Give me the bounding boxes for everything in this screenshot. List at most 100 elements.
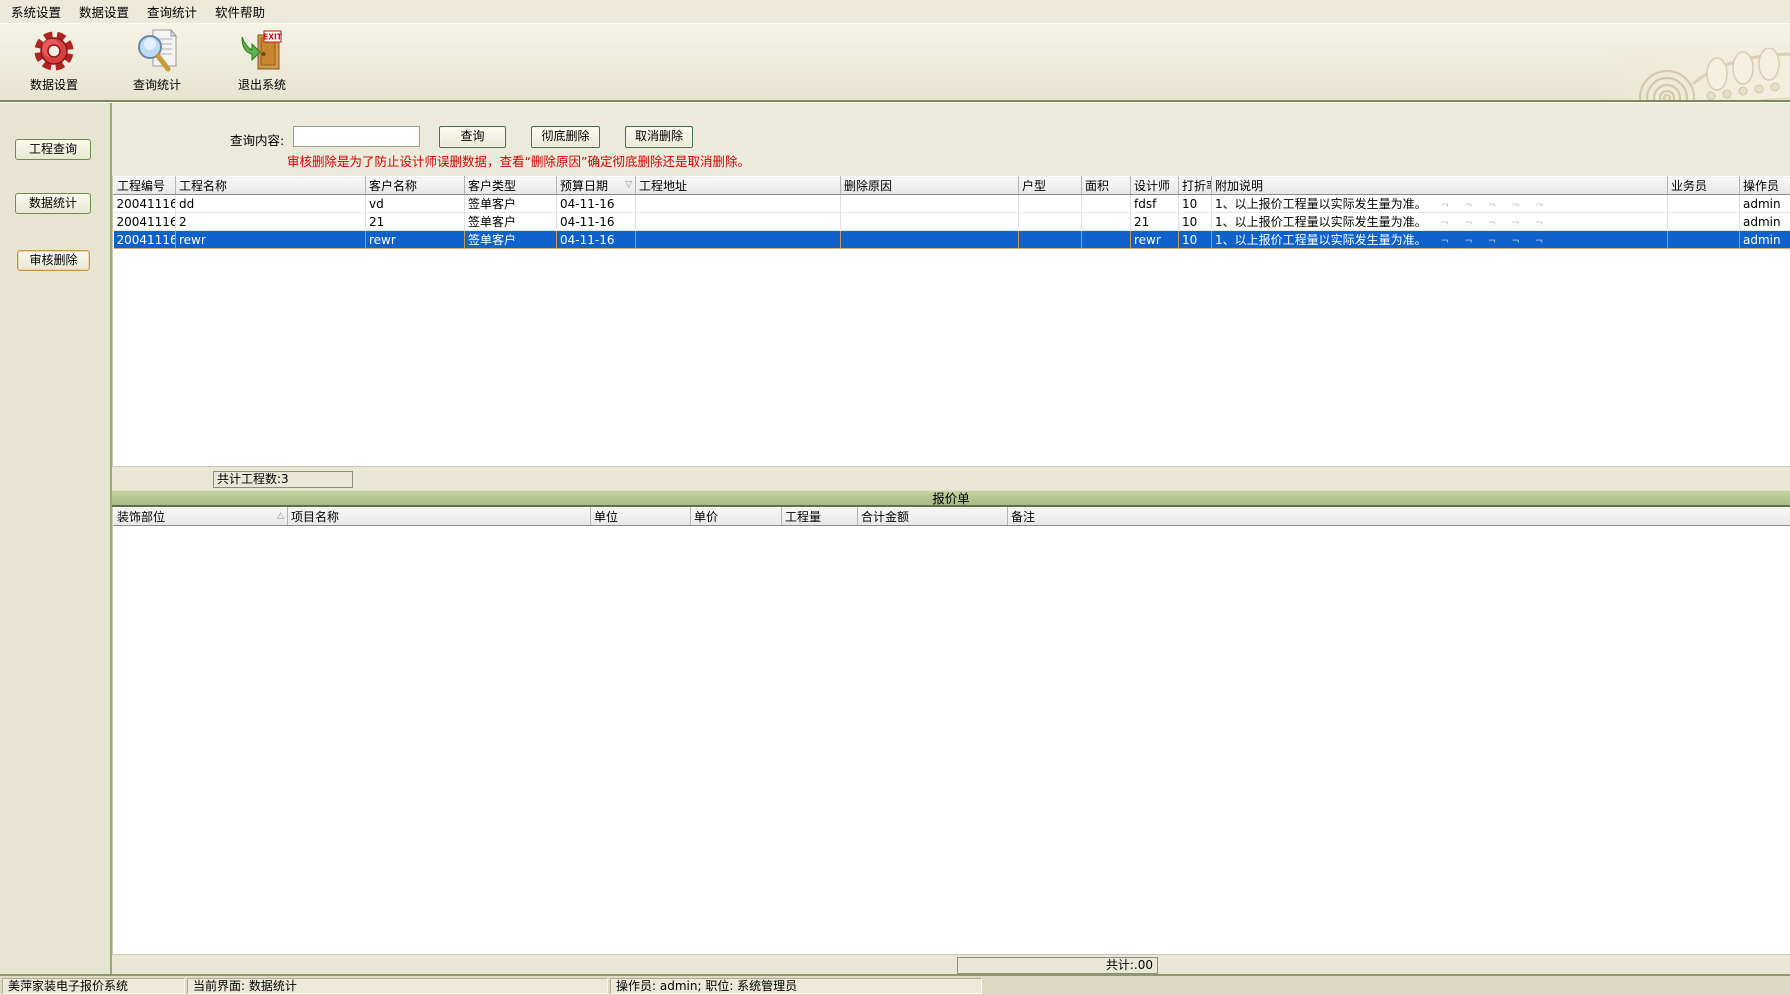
cell: fdsf (1131, 195, 1179, 213)
column-header-6[interactable]: 删除原因 (841, 177, 1019, 195)
cell: 2 (176, 213, 366, 231)
column-header-3[interactable]: 单价 (691, 508, 782, 526)
cell: 签单客户 (465, 231, 557, 249)
cell (841, 213, 1019, 231)
column-header-9[interactable]: 设计师 (1131, 177, 1179, 195)
cell (1082, 195, 1131, 213)
cell: dd (176, 195, 366, 213)
column-header-11[interactable]: 附加说明 (1212, 177, 1668, 195)
cell: 签单客户 (465, 213, 557, 231)
sort-indicator-icon: △ (277, 511, 284, 521)
search-document-icon (113, 27, 201, 75)
gear-icon (10, 27, 98, 75)
app-window: 系统设置数据设置查询统计软件帮助 数据设置 (0, 0, 1790, 995)
column-header-4[interactable]: 工程量 (782, 508, 858, 526)
exit-door-icon: EXIT (218, 27, 306, 75)
cell: 20041116002 (114, 213, 176, 231)
column-header-2[interactable]: 单位 (591, 508, 691, 526)
cell: 1、以上报价工程量以实际发生量为准。 (1212, 231, 1668, 249)
cell (1019, 231, 1082, 249)
cell: admin (1740, 195, 1790, 213)
column-header-7[interactable]: 户型 (1019, 177, 1082, 195)
column-header-2[interactable]: 客户名称 (366, 177, 465, 195)
cell: rewr (176, 231, 366, 249)
column-header-13[interactable]: 操作员 (1740, 177, 1790, 195)
column-header-0[interactable]: 工程编号 (114, 177, 176, 195)
column-header-3[interactable]: 客户类型 (465, 177, 557, 195)
toolbar-button-label: 查询统计 (113, 76, 201, 93)
cell (636, 213, 841, 231)
query-button[interactable]: 查询 (439, 126, 506, 148)
table-row[interactable]: 20041116003rewrrewr签单客户04-11-16rewr101、以… (114, 231, 1790, 249)
toolbar-query-stats[interactable]: 查询统计 (113, 27, 201, 97)
purge-delete-button[interactable]: 彻底删除 (531, 126, 600, 148)
cell (841, 195, 1019, 213)
cell (1082, 231, 1131, 249)
cell (841, 231, 1019, 249)
column-header-4[interactable]: 预算日期▽ (557, 177, 636, 195)
sidebar-audit-delete[interactable]: 审核删除 (17, 250, 90, 271)
cell: rewr (366, 231, 465, 249)
cell: admin (1740, 213, 1790, 231)
cell (1019, 213, 1082, 231)
sort-indicator-icon: ▽ (625, 180, 632, 190)
table-row[interactable]: 20041116001ddvd签单客户04-11-16 fdsf101、以上报价工… (114, 195, 1790, 213)
cell: 10 (1179, 213, 1212, 231)
table-row[interactable]: 20041116002221签单客户04-11-1621101、以上报价工程量以… (114, 213, 1790, 231)
toolbar-button-label: 退出系统 (218, 76, 306, 93)
quote-table: 装饰部位△项目名称单位单价工程量合计金额备注 (112, 507, 1790, 954)
cell: 1、以上报价工程量以实际发生量为准。 (1212, 195, 1668, 213)
cell (636, 231, 841, 249)
cell: 04-11-16 (557, 231, 636, 249)
column-header-10[interactable]: 打折率 (1179, 177, 1212, 195)
cell: vd (366, 195, 465, 213)
cell (636, 195, 841, 213)
cell (1082, 213, 1131, 231)
sidebar-project-query[interactable]: 工程查询 (15, 139, 91, 160)
column-header-1[interactable]: 工程名称 (176, 177, 366, 195)
cell: admin (1740, 231, 1790, 249)
column-header-5[interactable]: 工程地址 (636, 177, 841, 195)
toolbar: 数据设置 查询统计 (0, 24, 1790, 100)
projects-table: 工程编号工程名称客户名称客户类型预算日期▽工程地址删除原因户型面积设计师打折率附… (112, 176, 1790, 466)
sidebar-data-stats[interactable]: 数据统计 (15, 193, 91, 214)
quote-total-strip: 共计:.00 (112, 954, 1790, 974)
cell: 04-11-16 (557, 213, 636, 231)
menu-query-stats[interactable]: 查询统计 (138, 0, 206, 24)
menu-data-settings[interactable]: 数据设置 (70, 0, 138, 24)
cell: 20041116003 (114, 231, 176, 249)
svg-text:EXIT: EXIT (263, 33, 283, 42)
audit-delete-warning: 审核删除是为了防止设计师误删数据，查看“删除原因”确定彻底删除还是取消删除。 (287, 151, 750, 170)
status-app-title: 美萍家装电子报价系统 (2, 978, 185, 994)
status-current-view: 当前界面: 数据统计 (187, 978, 608, 994)
cell: 21 (1131, 213, 1179, 231)
column-header-1[interactable]: 项目名称 (288, 508, 591, 526)
cell (1668, 231, 1740, 249)
cell: rewr (1131, 231, 1179, 249)
search-content-input[interactable] (293, 126, 420, 147)
cell (1668, 195, 1740, 213)
menu-system-settings[interactable]: 系统设置 (2, 0, 70, 24)
cell: 10 (1179, 195, 1212, 213)
cancel-delete-button[interactable]: 取消删除 (625, 126, 693, 148)
cell: 1、以上报价工程量以实际发生量为准。 (1212, 213, 1668, 231)
column-header-12[interactable]: 业务员 (1668, 177, 1740, 195)
cell: 04-11-16 (557, 195, 636, 213)
cell (1668, 213, 1740, 231)
toolbar-exit-system[interactable]: EXIT 退出系统 (218, 27, 306, 97)
column-header-5[interactable]: 合计金额 (858, 508, 1008, 526)
column-header-8[interactable]: 面积 (1082, 177, 1131, 195)
column-header-6[interactable]: 备注 (1008, 508, 1790, 526)
quote-total-box: 共计:.00 (957, 957, 1158, 974)
status-operator: 操作员: admin; 职位: 系统管理员 (610, 978, 982, 994)
menubar: 系统设置数据设置查询统计软件帮助 (0, 0, 1790, 24)
cell: 20041116001 (114, 195, 176, 213)
cell (1019, 195, 1082, 213)
cell: 10 (1179, 231, 1212, 249)
toolbar-data-settings[interactable]: 数据设置 (10, 27, 98, 97)
column-header-0[interactable]: 装饰部位△ (114, 508, 288, 526)
projects-total-strip: 共计工程数:3 (112, 466, 1790, 490)
menu-software-help[interactable]: 软件帮助 (206, 0, 274, 24)
toolbar-button-label: 数据设置 (10, 76, 98, 93)
cell: 签单客户 (465, 195, 557, 213)
